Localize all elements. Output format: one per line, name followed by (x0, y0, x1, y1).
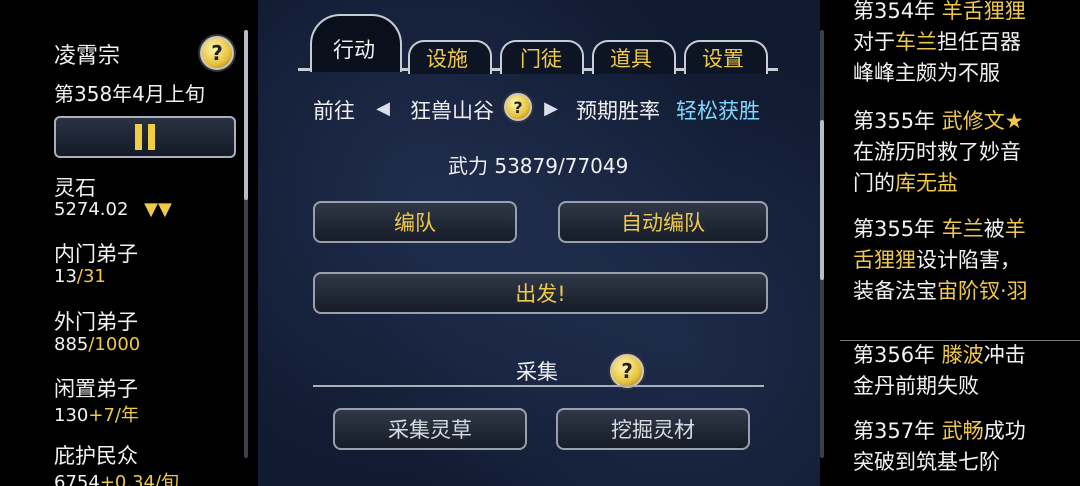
stat-label-protected-people: 庇护民众 (54, 444, 138, 468)
stat-label-spirit-stone: 灵石 (54, 176, 96, 200)
help-icon[interactable]: ? (200, 36, 234, 70)
prev-destination-icon[interactable]: ◀ (372, 97, 394, 119)
log-entry: 第356年 滕波冲击 金丹前期失败 (853, 343, 1026, 398)
stat-label-inner-disciples: 内门弟子 (54, 242, 138, 266)
goto-label: 前往 (313, 99, 355, 123)
depart-button[interactable]: 出发! (313, 272, 768, 314)
pause-icon (135, 124, 142, 150)
pause-button[interactable] (54, 116, 236, 158)
auto-team-button[interactable]: 自动编队 (558, 201, 768, 243)
destination-help-icon[interactable]: ? (504, 93, 532, 121)
game-date: 第358年4月上旬 (54, 82, 205, 106)
gather-title: 采集 (516, 360, 558, 384)
log-entry: 第354年 羊舌狸狸 对于车兰担任百器 峰峰主颇为不服 (853, 0, 1026, 85)
tab-facilities[interactable]: 设施 (426, 43, 468, 73)
gather-help-icon[interactable]: ? (610, 354, 644, 388)
stat-value-inner-disciples: 13/31 (54, 266, 106, 287)
event-log-panel: 第354年 羊舌狸狸 对于车兰担任百器 峰峰主颇为不服 第355年 武修文★ 在游… (820, 0, 1080, 486)
gather-herb-button[interactable]: 采集灵草 (333, 408, 527, 450)
log-entry: 第357年 武畅成功 突破到筑基七阶 (853, 419, 1026, 474)
expected-win-value: 轻松获胜 (676, 99, 760, 123)
power-readout: 武力 53879/77049 (448, 154, 629, 178)
trend-down-icon: ▼▼ (144, 199, 172, 220)
expected-win-label: 预期胜率 (576, 99, 660, 123)
log-entry: 第355年 车兰被羊 舌狸狸设计陷害， 装备法宝宙阶钗·羽 (853, 217, 1028, 303)
stat-value-protected-people: 6754+0.34/旬 (54, 472, 180, 486)
stat-value-outer-disciples: 885/1000 (54, 334, 141, 355)
stat-label-outer-disciples: 外门弟子 (54, 310, 138, 334)
tab-disciples[interactable]: 门徒 (520, 43, 562, 73)
stat-label-idle-disciples: 闲置弟子 (54, 377, 138, 401)
left-scrollbar[interactable] (244, 30, 248, 458)
next-destination-icon[interactable]: ▶ (540, 97, 562, 119)
stat-value-idle-disciples: 130+7/年 (54, 405, 139, 426)
log-entry: 第355年 武修文★ 在游历时救了妙音 门的库无盐 (853, 109, 1024, 195)
tab-action[interactable]: 行动 (333, 34, 375, 64)
sect-name: 凌霄宗 (54, 44, 121, 69)
tab-items[interactable]: 道具 (610, 43, 652, 73)
stat-value-spirit-stone: 5274.02 ▼▼ (54, 199, 172, 220)
gather-material-button[interactable]: 挖掘灵材 (556, 408, 750, 450)
destination-name: 狂兽山谷 (410, 99, 494, 123)
right-scrollbar[interactable] (820, 30, 824, 458)
tab-settings[interactable]: 设置 (702, 43, 744, 73)
sect-info-panel: 凌霄宗 ? 第358年4月上旬 灵石 5274.02 ▼▼ 内门弟子 13/31… (0, 0, 258, 486)
team-button[interactable]: 编队 (313, 201, 517, 243)
main-panel: 行动 设施 门徒 道具 设置 前往 ◀ 狂兽山谷 ? ▶ 预期胜率 轻松获胜 武… (258, 0, 820, 486)
